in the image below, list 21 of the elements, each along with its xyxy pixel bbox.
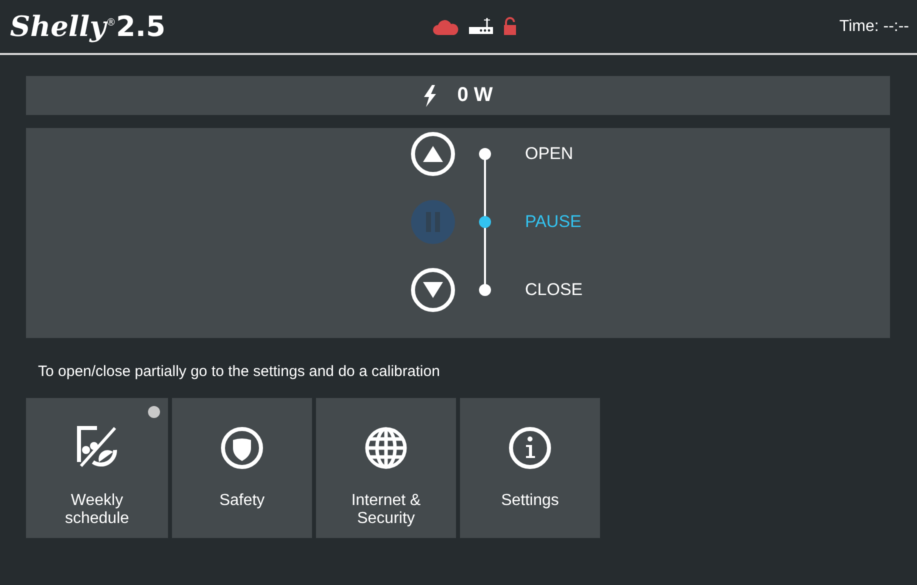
calendar-icon (75, 426, 119, 470)
position-label[interactable]: OPEN (515, 144, 635, 164)
calibration-hint: To open/close partially go to the settings and do a calibration (38, 362, 441, 382)
power-value: 0 W (457, 84, 493, 107)
down-triangle-icon (422, 281, 444, 299)
up-triangle-icon (422, 145, 444, 163)
time-label: Time: --:-- (839, 18, 909, 36)
schedule-tile[interactable]: Weekly schedule (26, 398, 168, 538)
pause-icon (423, 211, 443, 233)
globe-tile[interactable]: Internet & Security (316, 398, 456, 538)
lightning-icon (423, 84, 438, 106)
info-tile[interactable]: Settings (460, 398, 600, 538)
position-label[interactable]: PAUSE (515, 212, 635, 232)
down-button[interactable] (411, 268, 455, 312)
shield-tile[interactable]: Safety (172, 398, 312, 538)
logo: Shelly$^{®}$2.5 (10, 10, 167, 43)
info-icon (508, 426, 552, 470)
shield-icon (220, 426, 264, 470)
position-label[interactable]: CLOSE (515, 280, 635, 300)
globe-icon (364, 426, 408, 470)
up-button[interactable] (411, 132, 455, 176)
